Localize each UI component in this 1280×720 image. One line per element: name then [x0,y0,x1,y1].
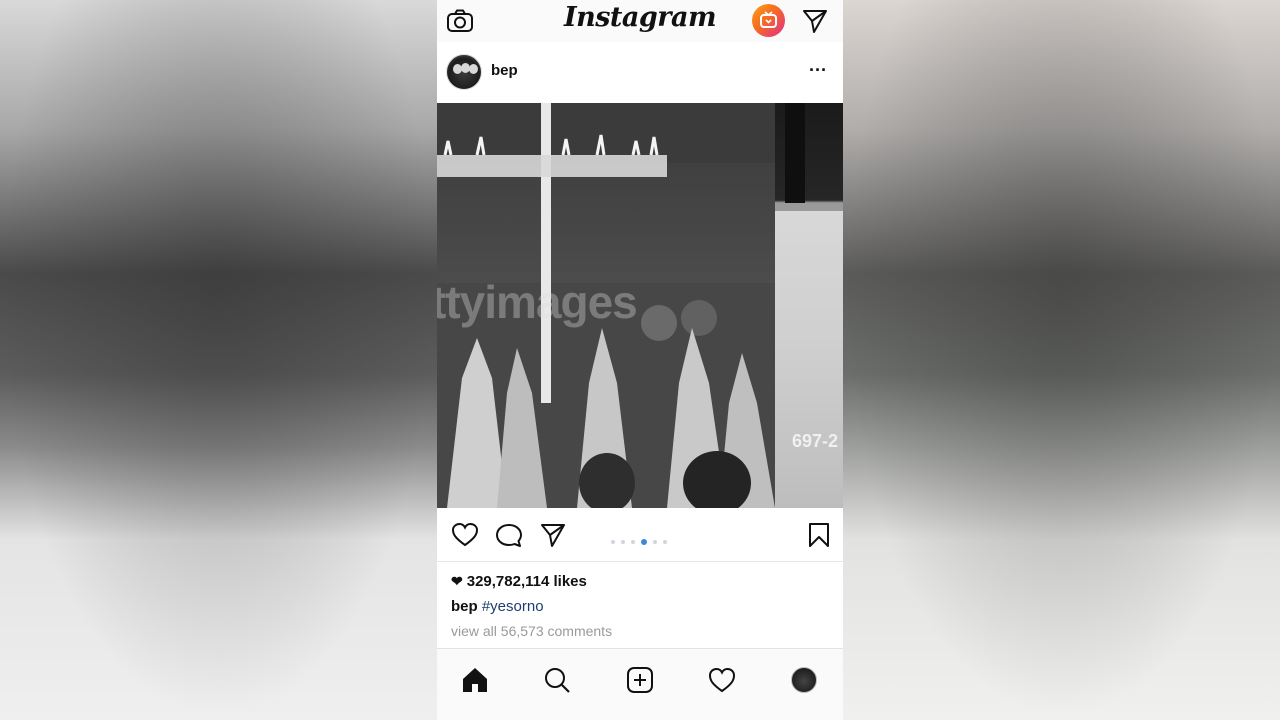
caption-hashtag[interactable]: #yesorno [482,598,544,615]
blurred-backdrop-left [0,0,437,720]
search-icon[interactable] [543,666,571,699]
likes-count-text: 329,782,114 likes [466,573,587,590]
top-bar: Instagram [437,0,843,42]
direct-message-icon[interactable] [801,8,829,34]
bookmark-icon[interactable] [807,522,831,553]
share-icon[interactable] [539,522,567,553]
post-author-avatar[interactable] [446,54,482,90]
caption-username[interactable]: bep [451,598,478,615]
bottom-navigation [437,648,843,720]
post-header: bep ··· [437,42,843,103]
post-photo: ttyimages [437,103,775,508]
post-caption: bep #yesorno [451,598,544,615]
carousel-dot [611,539,615,544]
view-comments-link[interactable]: view all 56,573 comments [451,623,612,639]
post-author-username[interactable]: bep [491,62,518,79]
carousel-indicator [608,533,670,545]
activity-heart-icon[interactable] [708,666,736,699]
post-media-carousel[interactable]: ttyimages 697-2 [437,103,843,508]
likes-heart-icon: ❤ [451,573,463,589]
like-heart-icon[interactable] [451,522,479,553]
carousel-dot [621,539,625,544]
carousel-dot [631,539,635,544]
comment-icon[interactable] [495,522,523,553]
stock-watermark: ttyimages [437,276,638,328]
profile-avatar-icon[interactable] [791,667,817,693]
carousel-dot [641,538,647,545]
home-icon[interactable] [461,666,489,699]
next-slide-preview: 697-2 [775,103,843,508]
likes-count[interactable]: ❤ 329,782,114 likes [451,573,587,590]
igtv-icon[interactable] [752,4,785,37]
carousel-dot [653,539,657,544]
more-options-icon[interactable]: ··· [809,60,827,81]
new-post-icon[interactable] [626,666,654,699]
post-action-bar [437,508,843,562]
carousel-dot [663,539,667,544]
slide-code-text: 697-2 [792,431,839,451]
instagram-phone-screen: Instagram bep ··· ttyimages 697-2 ❤ 329,… [437,0,843,720]
blurred-backdrop-right [843,0,1280,720]
